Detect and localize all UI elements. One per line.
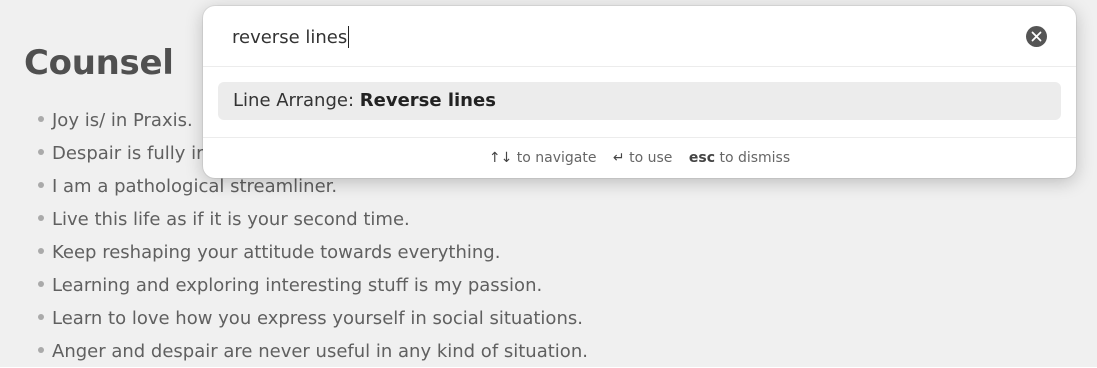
use-hint-label: to use xyxy=(629,150,673,166)
navigate-hint-label: to navigate xyxy=(516,150,597,166)
enter-key-icon: ↵ xyxy=(612,150,625,166)
dismiss-hint: esc to dismiss xyxy=(689,150,790,166)
clear-search-button[interactable] xyxy=(1026,26,1047,47)
navigate-hint: ↑↓ to navigate xyxy=(489,150,597,166)
dismiss-hint-label: to dismiss xyxy=(719,150,791,166)
arrows-up-down-icon: ↑↓ xyxy=(488,150,513,166)
command-search-input[interactable] xyxy=(232,23,1012,51)
suggestion-list: Line Arrange: Reverse lines xyxy=(218,82,1061,120)
search-row xyxy=(203,6,1076,67)
suggestion-item-reverse-lines[interactable]: Line Arrange: Reverse lines xyxy=(218,82,1061,120)
close-icon xyxy=(1031,31,1042,42)
suggestion-match: Reverse lines xyxy=(359,90,496,111)
palette-instructions: ↑↓ to navigate ↵ to use esc to dismiss xyxy=(203,137,1076,178)
use-hint: ↵ to use xyxy=(613,150,672,166)
text-caret xyxy=(348,26,349,48)
command-palette: Line Arrange: Reverse lines ↑↓ to naviga… xyxy=(203,6,1076,178)
esc-key-label: esc xyxy=(688,150,715,166)
suggestion-prefix: Line Arrange: xyxy=(233,90,360,111)
